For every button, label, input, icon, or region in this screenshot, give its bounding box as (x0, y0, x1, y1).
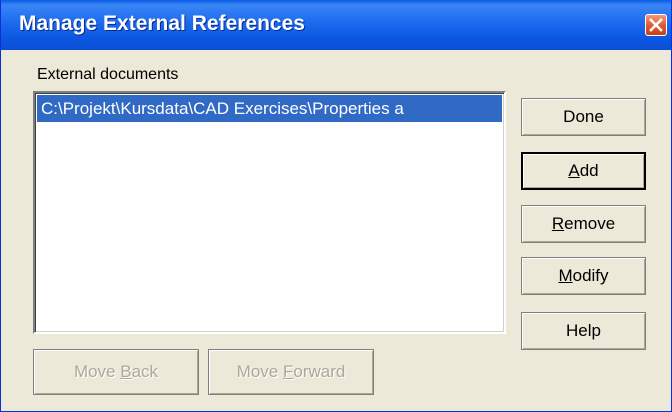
done-button[interactable]: Done (521, 98, 646, 136)
move-forward-button[interactable]: Move Forward (208, 349, 374, 395)
external-documents-label: External documents (37, 66, 179, 83)
help-button-label: Help (566, 321, 601, 340)
manage-external-references-dialog: Manage External References External docu… (0, 0, 672, 412)
add-button-label: Add (568, 161, 599, 180)
help-button[interactable]: Help (521, 312, 646, 350)
window-title: Manage External References (19, 12, 305, 35)
move-back-mnemonic: B (120, 362, 132, 381)
move-back-button-label: Move Back (73, 362, 159, 381)
modify-mnemonic: M (558, 266, 573, 285)
list-item[interactable]: C:\Projekt\Kursdata\CAD Exercises\Proper… (37, 95, 502, 122)
modify-button-label: Modify (558, 266, 609, 285)
add-button[interactable]: Add (521, 152, 646, 190)
remove-mnemonic: R (551, 214, 565, 233)
move-back-button[interactable]: Move Back (33, 349, 199, 395)
add-mnemonic: A (568, 161, 580, 180)
remove-button-label: Remove (551, 214, 616, 233)
close-button[interactable] (645, 14, 667, 36)
done-button-label: Done (563, 107, 604, 126)
move-forward-button-label: Move Forward (236, 362, 346, 381)
external-documents-list[interactable]: C:\Projekt\Kursdata\CAD Exercises\Proper… (33, 91, 506, 334)
modify-button[interactable]: Modify (521, 257, 646, 295)
remove-button[interactable]: Remove (521, 205, 646, 243)
move-forward-mnemonic: F (282, 362, 294, 381)
title-bar[interactable]: Manage External References (1, 0, 671, 50)
